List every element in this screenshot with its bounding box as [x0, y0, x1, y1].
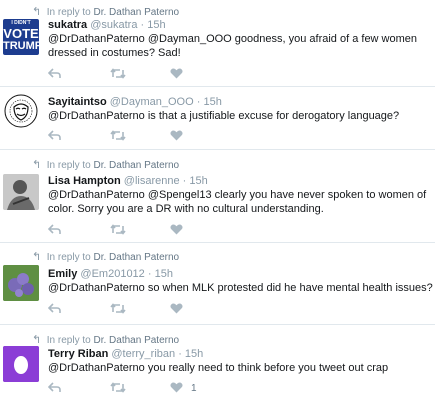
person-photo-icon [3, 174, 39, 210]
like-icon[interactable] [170, 382, 183, 393]
user-handle[interactable]: @Dayman_OOO [110, 96, 194, 108]
tweet-text: @DrDathanPaterno is that a justifiable e… [48, 110, 400, 122]
tweet-header: Emily @Em201012 · 15h [48, 268, 173, 280]
flower-photo-icon [3, 265, 39, 301]
reply-to-name[interactable]: Dr. Dathan Paterno [93, 335, 179, 346]
timestamp[interactable]: 15h [155, 268, 173, 280]
tweet[interactable]: Sayitaintso @Dayman_OOO · 15h @DrDathanP… [0, 87, 435, 149]
display-name[interactable]: Lisa Hampton [48, 175, 121, 187]
tweet[interactable]: ↰ In reply to Dr. Dathan Paterno Lisa Ha… [0, 150, 435, 242]
user-handle[interactable]: @lisarenne [124, 175, 180, 187]
timestamp[interactable]: 15h [147, 19, 165, 31]
display-name[interactable]: Sayitaintso [48, 96, 107, 108]
timestamp[interactable]: 15h [189, 175, 207, 187]
retweet-icon[interactable] [110, 382, 126, 393]
tweet-header: Lisa Hampton @lisarenne · 15h [48, 175, 208, 187]
retweet-icon[interactable] [110, 224, 126, 235]
display-name[interactable]: Terry Riban [48, 348, 108, 360]
timestamp[interactable]: 15h [185, 348, 203, 360]
avatar[interactable] [3, 265, 39, 301]
tweet-header: sukatra @sukatra · 15h [48, 19, 166, 31]
like-icon[interactable] [170, 303, 183, 314]
like-icon[interactable] [170, 130, 183, 141]
reply-icon[interactable] [48, 382, 61, 393]
like-count: 1 [191, 383, 197, 394]
tweet[interactable]: ↰ In reply to Dr. Dathan Paterno Emily @… [0, 243, 435, 324]
tweet[interactable]: ↰ In reply to Dr. Dathan Paterno I DIDN'… [0, 0, 435, 86]
tweet-header: Sayitaintso @Dayman_OOO · 15h [48, 96, 222, 108]
avatar[interactable] [3, 346, 39, 382]
mask-logo-icon [4, 94, 38, 128]
user-handle[interactable]: @Em201012 [80, 268, 144, 280]
tweet-text: @DrDathanPaterno you really need to thin… [48, 362, 389, 374]
reply-icon[interactable] [48, 224, 61, 235]
tweet[interactable]: ↰ In reply to Dr. Dathan Paterno Terry R… [0, 325, 435, 405]
tweet-text: @DrDathanPaterno @Spengel13 clearly you … [48, 189, 427, 215]
user-handle[interactable]: @terry_riban [111, 348, 175, 360]
avatar[interactable] [3, 93, 39, 129]
reply-icon[interactable] [48, 303, 61, 314]
like-icon[interactable] [170, 68, 183, 79]
reply-context: ↰ In reply to Dr. Dathan Paterno [32, 251, 180, 263]
reply-to-name[interactable]: Dr. Dathan Paterno [93, 252, 179, 263]
tweet-text: @DrDathanPaterno @Dayman_OOO goodness, y… [48, 33, 418, 59]
reply-context: ↰ In reply to Dr. Dathan Paterno [32, 334, 180, 346]
reply-to-name[interactable]: Dr. Dathan Paterno [93, 7, 179, 18]
avatar[interactable]: I DIDN'T VOTE TRUMP [3, 19, 39, 55]
reply-to-name[interactable]: Dr. Dathan Paterno [93, 160, 179, 171]
display-name[interactable]: sukatra [48, 19, 87, 31]
reply-arrow-icon: ↰ [32, 6, 42, 18]
display-name[interactable]: Emily [48, 268, 77, 280]
like-icon[interactable] [170, 224, 183, 235]
reply-icon[interactable] [48, 130, 61, 141]
retweet-icon[interactable] [110, 130, 126, 141]
retweet-icon[interactable] [110, 68, 126, 79]
tweet-text: @DrDathanPaterno so when MLK protested d… [48, 282, 433, 294]
reply-context: ↰ In reply to Dr. Dathan Paterno [32, 159, 180, 171]
reply-arrow-icon: ↰ [32, 251, 42, 263]
avatar[interactable] [3, 174, 39, 210]
user-handle[interactable]: @sukatra [90, 19, 137, 31]
reply-icon[interactable] [48, 68, 61, 79]
default-egg-icon [3, 346, 39, 382]
tweet-header: Terry Riban @terry_riban · 15h [48, 348, 204, 360]
timestamp[interactable]: 15h [203, 96, 221, 108]
retweet-icon[interactable] [110, 303, 126, 314]
reply-arrow-icon: ↰ [32, 159, 42, 171]
avatar-caption: TRUMP [3, 40, 39, 52]
avatar-caption: VOTE [3, 26, 39, 41]
reply-arrow-icon: ↰ [32, 334, 42, 346]
